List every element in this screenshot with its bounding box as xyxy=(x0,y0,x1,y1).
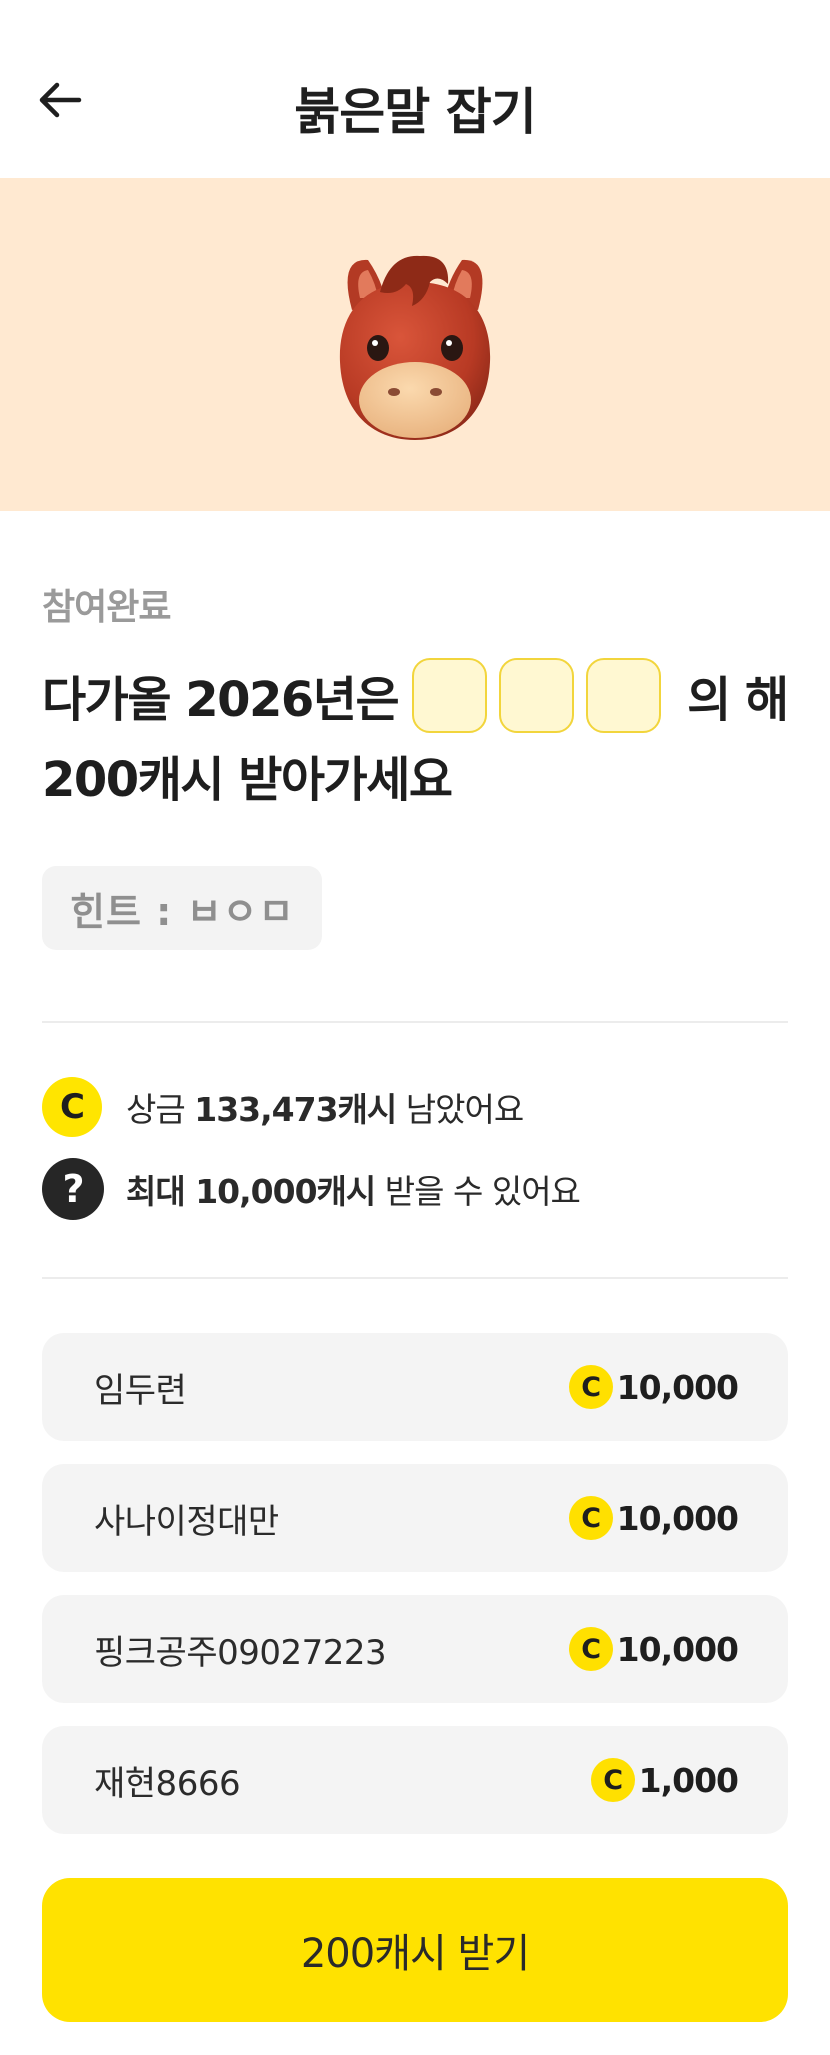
max-amount: 최대 10,000캐시 xyxy=(126,1172,376,1211)
winner-row: 재현8666 C 1,000 xyxy=(42,1726,788,1834)
max-suffix: 받을 수 있어요 xyxy=(384,1172,581,1211)
red-horse-mascot-image xyxy=(339,255,491,440)
coin-icon: C xyxy=(568,1365,613,1409)
coin-icon: C xyxy=(42,1077,102,1137)
coin-symbol: C xyxy=(581,1633,601,1665)
winner-row: 핑크공주09027223 C 10,000 xyxy=(42,1595,788,1703)
page-title: 붉은말 잡기 xyxy=(294,83,536,141)
prize-prefix: 상금 xyxy=(126,1090,186,1129)
winner-amount-value: 10,000 xyxy=(616,1629,739,1669)
question-icon[interactable]: ? xyxy=(42,1158,104,1220)
coin-icon: C xyxy=(568,1627,613,1671)
coin-symbol: C xyxy=(60,1087,85,1127)
answer-blank[interactable] xyxy=(499,657,575,733)
hint-text: 힌트 : ㅂㅇㅁ xyxy=(70,889,295,934)
question-symbol: ? xyxy=(62,1167,84,1211)
divider xyxy=(42,1277,788,1279)
winner-name: 재현8666 xyxy=(94,1763,241,1804)
coin-symbol: C xyxy=(603,1764,623,1796)
prize-remaining-row: C 상금 133,473캐시 남았어요 xyxy=(42,1076,524,1138)
winner-amount-value: 10,000 xyxy=(616,1498,739,1538)
coin-icon: C xyxy=(568,1496,613,1540)
hint-chip: 힌트 : ㅂㅇㅁ xyxy=(42,866,323,950)
winner-name: 사나이정대만 xyxy=(94,1501,279,1542)
winner-row: 임두련 C 10,000 xyxy=(42,1333,788,1441)
reward-line: 200캐시 받아가세요 xyxy=(42,752,453,808)
question-line-1: 다가올 2026년은 의 해 xyxy=(42,656,789,734)
header: 붉은말 잡기 xyxy=(0,0,830,178)
winner-amount: C 10,000 xyxy=(568,1595,739,1703)
winner-amount: C 10,000 xyxy=(568,1333,739,1441)
winner-row: 사나이정대만 C 10,000 xyxy=(42,1464,788,1572)
question-prefix: 다가올 2026년은 xyxy=(42,672,400,728)
coin-symbol: C xyxy=(581,1502,601,1534)
answer-blanks xyxy=(412,657,673,733)
winner-amount-value: 1,000 xyxy=(638,1760,739,1800)
answer-blank[interactable] xyxy=(586,657,662,733)
winner-amount: C 10,000 xyxy=(568,1464,739,1572)
prize-suffix: 남았어요 xyxy=(405,1090,524,1129)
divider xyxy=(42,1021,788,1023)
claim-cash-button[interactable]: 200캐시 받기 xyxy=(42,1878,788,2022)
question-suffix: 의 해 xyxy=(687,672,789,728)
participation-status: 참여완료 xyxy=(42,587,171,628)
winner-amount-value: 10,000 xyxy=(616,1367,739,1407)
answer-blank[interactable] xyxy=(412,657,488,733)
winner-name: 핑크공주09027223 xyxy=(94,1632,387,1673)
winner-amount: C 1,000 xyxy=(590,1726,739,1834)
winner-name: 임두련 xyxy=(94,1370,187,1411)
coin-icon: C xyxy=(590,1758,635,1802)
coin-symbol: C xyxy=(581,1371,601,1403)
prize-amount: 133,473캐시 xyxy=(194,1090,397,1129)
max-reward-row: ? 최대 10,000캐시 받을 수 있어요 xyxy=(42,1158,581,1220)
question-line-2: 200캐시 받아가세요 xyxy=(42,740,453,810)
hero-banner xyxy=(0,178,830,511)
